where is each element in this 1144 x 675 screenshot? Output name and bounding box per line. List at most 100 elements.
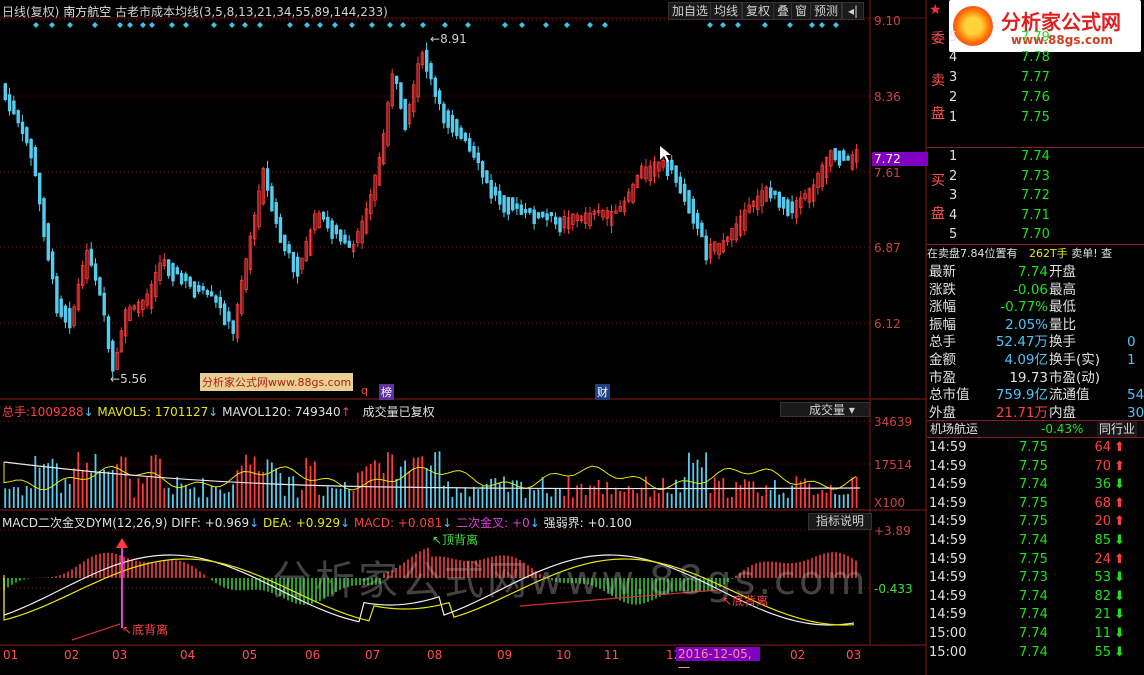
quote-row: 涨幅 -0.77% 最低 bbox=[929, 298, 1144, 316]
tick-time: 14:59 bbox=[929, 477, 967, 493]
chart-title: 日线(复权) 南方航空 古老市成本均线(3,5,8,13,21,34,55,89… bbox=[2, 3, 388, 20]
macd-tick: -0.433 bbox=[874, 582, 913, 596]
candle-body bbox=[25, 127, 29, 144]
tick-price: 7.74 bbox=[1019, 644, 1048, 660]
candle-body bbox=[171, 263, 175, 282]
add-watchlist-button[interactable]: 加自选 bbox=[668, 2, 713, 20]
tick-volume: 64 bbox=[1094, 440, 1111, 455]
sell-level-price: 7.77 bbox=[1021, 70, 1050, 85]
candle-body bbox=[704, 235, 708, 261]
candle-body bbox=[523, 209, 528, 214]
candle-body bbox=[519, 204, 523, 215]
buy-level-index: 3 bbox=[949, 188, 958, 203]
sell-level-index: 1 bbox=[949, 110, 958, 125]
candle-body bbox=[837, 150, 842, 166]
sell-level-price: 7.75 bbox=[1021, 110, 1050, 125]
adjust-button[interactable]: 复权 bbox=[742, 2, 775, 20]
event-marker[interactable]: 财 bbox=[595, 384, 610, 400]
vol-unit: X100 bbox=[874, 496, 906, 510]
sector-name: 机场航运 bbox=[930, 422, 979, 436]
candle-body bbox=[38, 172, 42, 205]
candle-body bbox=[528, 208, 532, 213]
candle-body bbox=[498, 190, 502, 205]
notice-bar[interactable]: 在卖盘7.84位置有 262T手 卖单! 查 bbox=[927, 246, 1144, 262]
candle-body bbox=[291, 251, 296, 273]
volume-dropdown[interactable]: 成交量 ▾ bbox=[780, 402, 870, 417]
candle-body bbox=[532, 209, 536, 225]
candle-body bbox=[347, 240, 351, 248]
candle-body bbox=[214, 295, 218, 303]
candle-body bbox=[695, 212, 700, 229]
candle-body bbox=[480, 161, 485, 178]
indicator-name: 古老市成本均线(3,5,8,13,21,34,55,89,144,233) bbox=[115, 5, 388, 19]
quote-value: 2.05% bbox=[1005, 316, 1048, 333]
window-button[interactable]: 窗 bbox=[791, 2, 812, 20]
buy-level-row[interactable]: 3 7.72 bbox=[949, 186, 1139, 206]
sector-bar[interactable]: 机场航运 -0.43% 同行业 bbox=[927, 420, 1144, 438]
sell-label: 卖 bbox=[931, 73, 945, 89]
candle-body bbox=[3, 83, 7, 101]
price-tick: 9.10 bbox=[874, 14, 901, 28]
tick-volume: 70 bbox=[1094, 458, 1111, 474]
date-tick: 08 bbox=[427, 648, 443, 662]
candle-body bbox=[442, 103, 446, 124]
candle-body bbox=[489, 180, 493, 199]
candle-body bbox=[549, 212, 554, 217]
total-value: 1009288 bbox=[30, 405, 84, 419]
sell-level-index: 3 bbox=[949, 70, 958, 85]
sell-level-row[interactable]: 5 7.79 bbox=[949, 28, 1139, 48]
price-tick: 8.36 bbox=[874, 90, 901, 104]
buy-level-index: 1 bbox=[949, 149, 958, 164]
sell-level-row[interactable]: 4 7.78 bbox=[949, 48, 1139, 68]
quote-key-2: 市盈(动) bbox=[1049, 369, 1101, 386]
buy-level-row[interactable]: 4 7.71 bbox=[949, 206, 1139, 226]
indicator-help-button[interactable]: 指标说明 bbox=[808, 513, 872, 530]
event-marker[interactable]: q bbox=[361, 384, 368, 397]
candle-body bbox=[29, 138, 33, 159]
quote-panel: ★ 分析家公式网 www.88gs.com 委 卖 盘 买 盘 5 7.79 4 7.… bbox=[927, 0, 1144, 675]
buy-label: 盘 bbox=[931, 206, 945, 222]
candle-body bbox=[46, 223, 50, 261]
event-marker[interactable]: 榜 bbox=[379, 384, 394, 400]
candle-body bbox=[437, 90, 442, 105]
tick-volume: 68 bbox=[1094, 495, 1111, 511]
forecast-button[interactable]: 预测 bbox=[810, 2, 843, 20]
candle-body bbox=[106, 316, 111, 350]
sector-tab[interactable]: 同行业 bbox=[1097, 421, 1138, 437]
chevron-left-icon[interactable]: ◂| bbox=[842, 2, 864, 20]
up-arrow-icon: ⬆ bbox=[1114, 514, 1125, 530]
date-tick: 02 bbox=[790, 648, 806, 662]
buy-level-row[interactable]: 2 7.73 bbox=[949, 167, 1139, 187]
candle-body bbox=[515, 203, 519, 209]
sell-level-row[interactable]: 1 7.75 bbox=[949, 108, 1139, 128]
sell-level-row[interactable]: 2 7.76 bbox=[949, 88, 1139, 108]
candle-body bbox=[20, 121, 25, 135]
candle-body bbox=[846, 155, 850, 161]
tick-row: 14:59 7.75 20 ⬆ bbox=[929, 513, 1144, 531]
orderbook-divider bbox=[927, 244, 1144, 245]
bottom-divergence-text: 底背离 bbox=[132, 623, 169, 637]
high-value: 8.91 bbox=[440, 32, 467, 46]
tick-price: 7.75 bbox=[1019, 495, 1048, 511]
quote-value: 52.47万 bbox=[995, 334, 1048, 351]
quote-key: 总手 bbox=[929, 334, 956, 351]
buy-level-row[interactable]: 1 7.74 bbox=[949, 147, 1139, 167]
quote-key: 涨幅 bbox=[929, 299, 956, 316]
sell-level-row[interactable]: 3 7.77 bbox=[949, 68, 1139, 88]
up-arrow-icon: ⬆ bbox=[1114, 458, 1125, 474]
quote-value: 759.9亿 bbox=[995, 387, 1048, 404]
buy-label: 买 bbox=[931, 173, 945, 189]
tick-time: 14:59 bbox=[929, 495, 967, 511]
cross-value: 二次金叉: +0 bbox=[456, 516, 530, 530]
quote-value: -0.77% bbox=[1000, 299, 1048, 316]
up-arrow-icon: ⬆ bbox=[1114, 551, 1125, 567]
buy-level-row[interactable]: 5 7.70 bbox=[949, 225, 1139, 245]
star-icon[interactable]: ★ bbox=[929, 2, 942, 18]
tick-time: 14:59 bbox=[929, 533, 967, 548]
candle-body bbox=[188, 276, 192, 287]
tick-volume: 82 bbox=[1094, 588, 1111, 604]
down-arrow-icon: ↓ bbox=[249, 516, 260, 530]
overlay-button[interactable]: 叠 bbox=[773, 2, 794, 20]
ma-button[interactable]: 均线 bbox=[710, 2, 743, 20]
date-tick: 06 bbox=[305, 648, 321, 662]
